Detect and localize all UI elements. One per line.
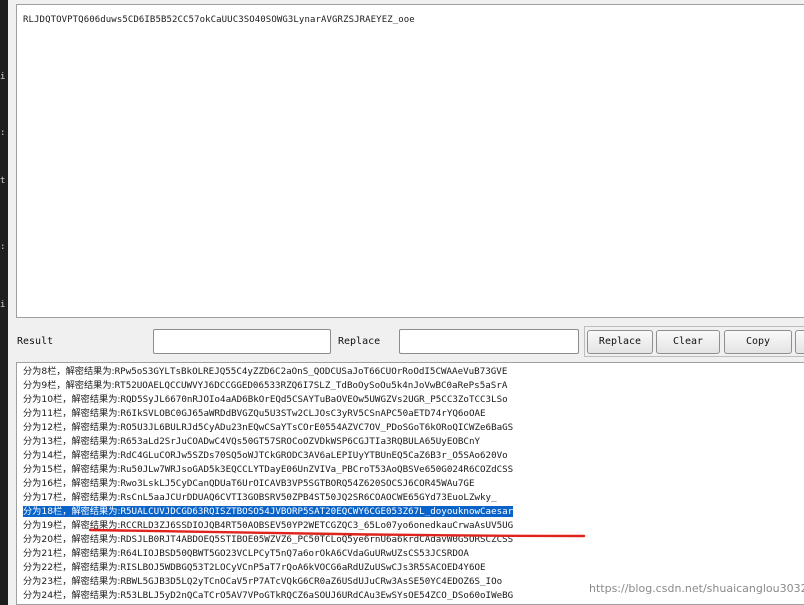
result-row[interactable]: 分为8栏，解密结果为:RPw5oS3GYLTsBkOLREJQ55C4yZZD6… bbox=[23, 365, 507, 378]
result-row-prefix: 分为18栏，解密结果为: bbox=[23, 506, 121, 517]
edge-glyph: t bbox=[0, 176, 6, 186]
result-row-content: 分为11栏，解密结果为:R6IkSVLOBC0GJ65aWRDdBVGZQu5U… bbox=[23, 408, 486, 419]
result-row[interactable]: 分为9栏，解密结果为:RT52UOAELQCCUWVYJ6DCCGGED0653… bbox=[23, 379, 507, 392]
result-row-content: 分为15栏，解密结果为:Ru50JLw7WRJsoGAD5k3EQCCLYTDa… bbox=[23, 464, 513, 475]
edge-glyph: : bbox=[0, 128, 6, 138]
result-row-value: RDSJLB0RJT4ABDOEQ5STIBOE05WZVZ6_PC50TCLo… bbox=[120, 534, 514, 545]
result-row-prefix: 分为20栏，解密结果为: bbox=[23, 534, 121, 545]
result-row-prefix: 分为24栏，解密结果为: bbox=[23, 590, 121, 601]
result-row-content: 分为20栏，解密结果为:RDSJLB0RJT4ABDOEQ5STIBOE05WZ… bbox=[23, 534, 513, 545]
watermark-url: https://blog.csdn.net/shuaicanglou3032 bbox=[589, 582, 804, 595]
edge-glyph: : bbox=[0, 242, 6, 252]
clear-button[interactable]: Clear bbox=[656, 330, 720, 354]
result-row-value: R653aLd2SrJuCOADwC4VQs50GT57SROCoOZVDkWS… bbox=[120, 436, 481, 447]
result-row-value: RQD5SyJL6670nRJOIo4aAD6BkOrEQd5CSAYTuBaO… bbox=[120, 394, 508, 405]
result-row-value: R53LBLJ5yD2nQCaTCrO5AV7VPoGTkRQCZ6aSOUJ6… bbox=[120, 590, 514, 601]
result-row-prefix: 分为12栏，解密结果为: bbox=[23, 422, 121, 433]
result-row-prefix: 分为22栏，解密结果为: bbox=[23, 562, 121, 573]
result-row-prefix: 分为21栏，解密结果为: bbox=[23, 548, 121, 559]
result-row[interactable]: 分为13栏，解密结果为:R653aLd2SrJuCOADwC4VQs50GT57… bbox=[23, 435, 480, 448]
result-row-content: 分为12栏，解密结果为:RO5U3JL6BULRJd5CyADu23nEQwCS… bbox=[23, 422, 513, 433]
result-row-value: RO5U3JL6BULRJd5CyADu23nEQwCSaYTsCOrE0554… bbox=[120, 422, 514, 433]
result-row-content: 分为21栏，解密结果为:R64LIOJBSD50QBWT5GO23VCLPCyT… bbox=[23, 548, 469, 559]
result-row[interactable]: 分为10栏，解密结果为:RQD5SyJL6670nRJOIo4aAD6BkOrE… bbox=[23, 393, 508, 406]
result-row[interactable]: 分为23栏，解密结果为:RBWL5GJB3D5LQ2yTCnOCaV5rP7AT… bbox=[23, 575, 502, 588]
result-row-value: RISLBOJ5WDBGQ53T2LOCyVCnP5aT7rQoA6kVOCG6… bbox=[120, 562, 486, 573]
result-row[interactable]: 分为24栏，解密结果为:R53LBLJ5yD2nQCaTCrO5AV7VPoGT… bbox=[23, 589, 513, 602]
result-field[interactable] bbox=[153, 329, 331, 354]
edge-glyph: i bbox=[0, 300, 6, 310]
result-row-value: Rwo3LskLJ5CyDCanQDUaT6UrOICAVB3VP5SGTBOR… bbox=[120, 478, 475, 489]
result-row-value: RCCRLD3ZJ6SSDIOJQB4RT50AOBSEV50YP2WETCGZ… bbox=[120, 520, 514, 531]
result-row-prefix: 分为15栏，解密结果为: bbox=[23, 464, 121, 475]
result-row[interactable]: 分为21栏，解密结果为:R64LIOJBSD50QBWT5GO23VCLPCyT… bbox=[23, 547, 469, 560]
background-window-edge: i : t : i bbox=[0, 0, 8, 605]
result-row-value: R5UALCUVJDCGD63RQISZTBOSO54JVBORP5SAT20E… bbox=[120, 506, 514, 517]
replace-field[interactable] bbox=[399, 329, 579, 354]
result-row-content: 分为8栏，解密结果为:RPw5oS3GYLTsBkOLREJQ55C4yZZD6… bbox=[23, 366, 507, 377]
result-row-value: RsCnL5aaJCUrDDUAQ6CVTI3GOBSRV50ZPB4ST50J… bbox=[120, 492, 497, 503]
ciphertext-input-text: RLJDQTOVPTQ606duws5CD6IB5B52CC57okCaUUC3… bbox=[23, 15, 415, 25]
result-row-selected[interactable]: 分为18栏，解密结果为:R5UALCUVJDCGD63RQISZTBOSO54J… bbox=[23, 505, 514, 518]
result-row-content: 分为10栏，解密结果为:RQD5SyJL6670nRJOIo4aAD6BkOrE… bbox=[23, 394, 508, 405]
overflow-button[interactable] bbox=[795, 330, 804, 354]
result-row-content: 分为16栏，解密结果为:Rwo3LskLJ5CyDCanQDUaT6UrOICA… bbox=[23, 478, 475, 489]
result-row[interactable]: 分为20栏，解密结果为:RDSJLB0RJT4ABDOEQ5STIBOE05WZ… bbox=[23, 533, 513, 546]
result-row-prefix: 分为16栏，解密结果为: bbox=[23, 478, 121, 489]
result-row-content: 分为17栏，解密结果为:RsCnL5aaJCUrDDUAQ6CVTI3GOBSR… bbox=[23, 492, 497, 503]
result-row-prefix: 分为19栏，解密结果为: bbox=[23, 520, 121, 531]
result-row-content: 分为23栏，解密结果为:RBWL5GJB3D5LQ2yTCnOCaV5rP7AT… bbox=[23, 576, 502, 587]
replace-button[interactable]: Replace bbox=[587, 330, 653, 354]
result-row[interactable]: 分为22栏，解密结果为:RISLBOJ5WDBGQ53T2LOCyVCnP5aT… bbox=[23, 561, 486, 574]
result-row[interactable]: 分为12栏，解密结果为:RO5U3JL6BULRJd5CyADu23nEQwCS… bbox=[23, 421, 513, 434]
result-row-value: RT52UOAELQCCUWVYJ6DCCGGED06533RZQ6I7SLZ_… bbox=[114, 380, 508, 391]
result-row-content: 分为13栏，解密结果为:R653aLd2SrJuCOADwC4VQs50GT57… bbox=[23, 436, 480, 447]
result-row-value: Ru50JLw7WRJsoGAD5k3EQCCLYTDayE06UnZVIVa_… bbox=[120, 464, 514, 475]
result-row-value: R6IkSVLOBC0GJ65aWRDdBVGZQu5U3STw2CLJOsC3… bbox=[120, 408, 486, 419]
result-row-prefix: 分为11栏，解密结果为: bbox=[23, 408, 121, 419]
ciphertext-input-area[interactable]: RLJDQTOVPTQ606duws5CD6IB5B52CC57okCaUUC3… bbox=[16, 4, 804, 318]
result-row[interactable]: 分为19栏，解密结果为:RCCRLD3ZJ6SSDIOJQB4RT50AOBSE… bbox=[23, 519, 513, 532]
result-label: Result bbox=[17, 336, 54, 347]
edge-glyph: i bbox=[0, 72, 6, 82]
result-row-content: 分为14栏，解密结果为:RdC4GLuCORJw5SZDs70SQ5oWJTCk… bbox=[23, 450, 508, 461]
result-row-prefix: 分为9栏，解密结果为: bbox=[23, 380, 115, 391]
result-row-prefix: 分为23栏，解密结果为: bbox=[23, 576, 121, 587]
result-row-content: 分为9栏，解密结果为:RT52UOAELQCCUWVYJ6DCCGGED0653… bbox=[23, 380, 507, 391]
result-row[interactable]: 分为14栏，解密结果为:RdC4GLuCORJw5SZDs70SQ5oWJTCk… bbox=[23, 449, 508, 462]
result-row-content: 分为24栏，解密结果为:R53LBLJ5yD2nQCaTCrO5AV7VPoGT… bbox=[23, 590, 513, 601]
result-row-value: R64LIOJBSD50QBWT5GO23VCLPCyT5nQ7a6orOkA6… bbox=[120, 548, 469, 559]
result-row[interactable]: 分为15栏，解密结果为:Ru50JLw7WRJsoGAD5k3EQCCLYTDa… bbox=[23, 463, 513, 476]
result-row-content: 分为18栏，解密结果为:R5UALCUVJDCGD63RQISZTBOSO54J… bbox=[23, 506, 514, 517]
result-output-area[interactable]: 分为8栏，解密结果为:RPw5oS3GYLTsBkOLREJQ55C4yZZD6… bbox=[16, 362, 804, 605]
result-row[interactable]: 分为11栏，解密结果为:R6IkSVLOBC0GJ65aWRDdBVGZQu5U… bbox=[23, 407, 486, 420]
result-row-prefix: 分为8栏，解密结果为: bbox=[23, 366, 115, 377]
result-row-prefix: 分为13栏，解密结果为: bbox=[23, 436, 121, 447]
result-row-prefix: 分为10栏，解密结果为: bbox=[23, 394, 121, 405]
result-row-prefix: 分为14栏，解密结果为: bbox=[23, 450, 121, 461]
copy-button[interactable]: Copy bbox=[724, 330, 792, 354]
result-row[interactable]: 分为16栏，解密结果为:Rwo3LskLJ5CyDCanQDUaT6UrOICA… bbox=[23, 477, 475, 490]
result-row-value: RdC4GLuCORJw5SZDs70SQ5oWJTCkGRODC3AV6aLE… bbox=[120, 450, 508, 461]
result-row-content: 分为19栏，解密结果为:RCCRLD3ZJ6SSDIOJQB4RT50AOBSE… bbox=[23, 520, 513, 531]
result-row-content: 分为22栏，解密结果为:RISLBOJ5WDBGQ53T2LOCyVCnP5aT… bbox=[23, 562, 486, 573]
result-row-value: RBWL5GJB3D5LQ2yTCnOCaV5rP7ATcVQkG6CR0aZ6… bbox=[120, 576, 503, 587]
result-row[interactable]: 分为17栏，解密结果为:RsCnL5aaJCUrDDUAQ6CVTI3GOBSR… bbox=[23, 491, 497, 504]
replace-label: Replace bbox=[338, 336, 381, 347]
result-row-value: RPw5oS3GYLTsBkOLREJQ55C4yZZD6C2aOnS_QODC… bbox=[114, 366, 508, 377]
result-row-prefix: 分为17栏，解密结果为: bbox=[23, 492, 121, 503]
